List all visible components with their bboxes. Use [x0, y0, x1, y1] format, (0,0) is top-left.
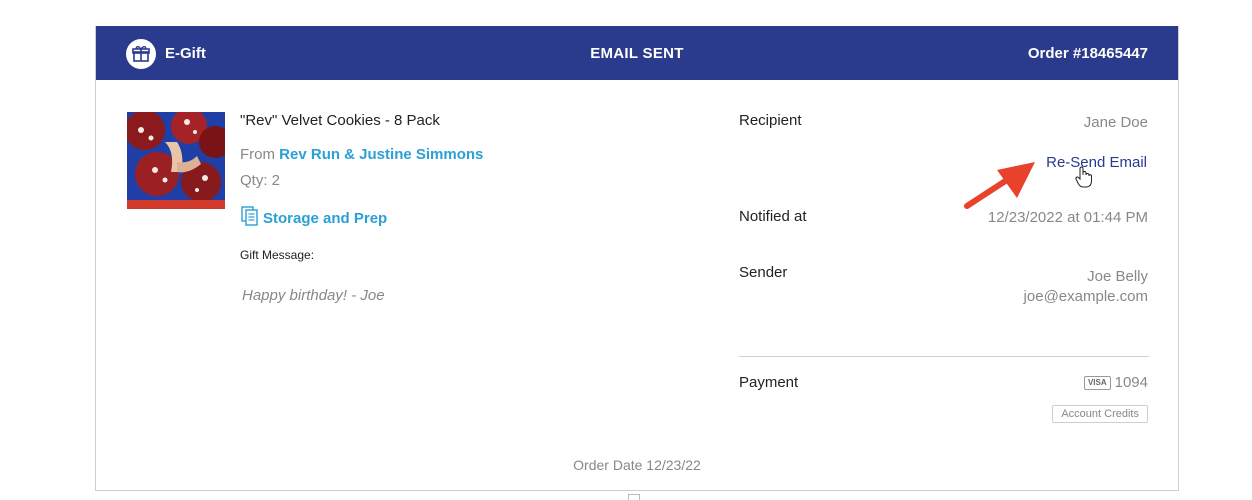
order-header: E-Gift EMAIL SENT Order #18465447 — [96, 26, 1178, 80]
product-image — [127, 112, 225, 209]
divider — [739, 356, 1149, 357]
order-card: E-Gift EMAIL SENT Order #18465447 "Rev" … — [95, 26, 1179, 491]
notified-label: Notified at — [739, 208, 807, 225]
sender-email: joe@example.com — [1023, 288, 1148, 305]
email-status: EMAIL SENT — [590, 45, 684, 62]
annotation-arrow-icon — [964, 162, 1035, 209]
storage-and-prep-link[interactable]: Storage and Prep — [240, 206, 387, 230]
gift-message-label: Gift Message: — [240, 248, 315, 262]
product-name: "Rev" Velvet Cookies - 8 Pack — [240, 112, 440, 129]
visa-card-icon: VISA — [1083, 375, 1111, 390]
gift-message: Happy birthday! - Joe — [242, 287, 385, 304]
scroll-indicator — [628, 494, 640, 500]
recipient-name: Jane Doe — [1083, 114, 1148, 131]
hand-cursor-icon — [1075, 166, 1092, 188]
payment-label: Payment — [739, 374, 799, 391]
from-line: From Rev Run & Justine Simmons — [240, 146, 483, 163]
from-prefix: From — [240, 146, 275, 163]
document-icon — [240, 206, 260, 230]
order-number: Order #18465447 — [1027, 45, 1148, 62]
order-date: Order Date 12/23/22 — [573, 457, 701, 473]
payment-card: VISA 1094 — [1083, 374, 1148, 391]
account-credits-badge: Account Credits — [1052, 405, 1148, 423]
quantity: Qty: 2 — [240, 172, 281, 189]
sender-label: Sender — [739, 264, 788, 281]
sender-name: Joe Belly — [1087, 268, 1148, 285]
recipient-label: Recipient — [739, 112, 802, 129]
from-name-link[interactable]: Rev Run & Justine Simmons — [279, 146, 483, 163]
card-last4: 1094 — [1114, 374, 1148, 391]
storage-link-label: Storage and Prep — [263, 209, 388, 227]
